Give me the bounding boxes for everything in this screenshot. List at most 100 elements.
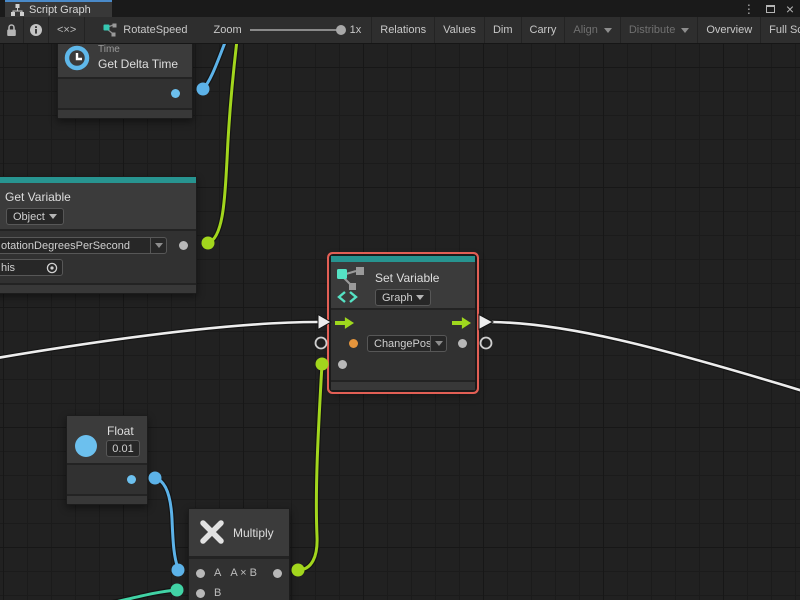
node-title: Get Variable	[5, 190, 71, 204]
wire-flow-out-arrowhead	[479, 315, 493, 330]
node-title: Set Variable	[375, 271, 439, 285]
port-value-input[interactable]	[338, 360, 347, 369]
node-title: Get Delta Time	[98, 57, 178, 71]
node-float-literal[interactable]: Float 0.01	[66, 415, 148, 505]
port-float-output[interactable]	[127, 475, 136, 484]
toolbar-button-fullscreen[interactable]: Full Screen	[761, 17, 800, 43]
inspect-button[interactable]	[24, 17, 49, 43]
window-menu-icon[interactable]: ⋮	[743, 2, 755, 16]
chevron-down-icon	[681, 28, 689, 33]
port-a-label: A	[214, 567, 221, 579]
object-picker-icon	[46, 262, 58, 274]
toolbar-button-values[interactable]: Values	[435, 17, 485, 43]
toolbar-button-align[interactable]: Align	[565, 17, 620, 43]
zoom-slider-handle[interactable]	[336, 25, 346, 35]
wire-flow-out[interactable]	[492, 322, 800, 391]
wire-endpoint-multiply-a[interactable]	[172, 564, 185, 577]
target-object-field[interactable]: his	[0, 259, 63, 276]
port-result-output[interactable]	[273, 569, 282, 578]
time-icon	[64, 45, 90, 71]
port-value-output[interactable]	[458, 339, 467, 348]
script-graph-icon	[11, 4, 24, 16]
node-footer	[331, 380, 475, 390]
unity-script-graph-window: Script Graph ⋮ × <×>	[0, 0, 800, 600]
wire-getvar-outline	[208, 44, 237, 243]
float-value-field[interactable]: 0.01	[106, 440, 140, 457]
wire-multiply-setvar[interactable]	[298, 364, 322, 570]
window-maximize-icon[interactable]	[766, 5, 775, 13]
chevron-down-icon	[155, 243, 163, 248]
wire-multiply-b[interactable]	[96, 590, 177, 600]
edit-graph-button[interactable]: <×>	[49, 17, 85, 43]
window-close-icon[interactable]: ×	[786, 1, 794, 17]
port-delta-output[interactable]	[171, 89, 180, 98]
tab-bar: Script Graph ⋮ ×	[0, 0, 800, 17]
node-set-variable-selected[interactable]: Set Variable Graph ChangePos	[331, 256, 475, 390]
variable-scope-dropdown[interactable]: Graph	[375, 289, 431, 306]
zoom-value: 1x	[350, 24, 362, 36]
graph-name: RotateSpeed	[123, 24, 187, 36]
code-icon: <×>	[57, 24, 76, 36]
node-footer	[58, 108, 192, 118]
wire-float-multiply[interactable]	[155, 478, 178, 568]
variable-name-dropdown[interactable]: otationDegreesPerSecond	[0, 237, 151, 254]
chevron-down-icon	[49, 214, 57, 219]
port-flow-input[interactable]	[335, 316, 354, 330]
variable-scope-dropdown[interactable]: Object	[6, 208, 64, 225]
chevron-down-icon	[416, 295, 424, 300]
graph-breadcrumb[interactable]: RotateSpeed	[85, 17, 195, 43]
wire-delta[interactable]	[203, 44, 226, 89]
variable-name-dropdown-button[interactable]	[431, 335, 447, 352]
wire-endpoint-delta[interactable]	[197, 83, 210, 96]
node-multiply[interactable]: Multiply A A × B B	[188, 508, 290, 600]
port-b-label: B	[214, 587, 221, 599]
port-a-input[interactable]	[196, 569, 205, 578]
port-variable-name[interactable]	[349, 339, 358, 348]
info-icon	[29, 23, 43, 37]
node-category: Time	[98, 44, 120, 55]
port-flow-output[interactable]	[452, 316, 471, 330]
port-hint-circle-left	[316, 338, 327, 349]
zoom-label: Zoom	[214, 24, 242, 36]
graph-asset-icon	[103, 23, 117, 37]
wire-delta-outline	[203, 44, 226, 89]
graph-canvas[interactable]: Time Get Delta Time Get Variable Object …	[0, 44, 800, 600]
toolbar-button-distribute[interactable]: Distribute	[621, 17, 698, 43]
toolbar-button-carry[interactable]: Carry	[522, 17, 566, 43]
node-footer	[67, 494, 147, 504]
variable-name-dropdown-button[interactable]	[151, 237, 167, 254]
wire-float-multiply-outline	[155, 478, 178, 568]
node-get-variable[interactable]: Get Variable Object otationDegreesPerSec…	[0, 176, 197, 294]
port-b-input[interactable]	[196, 589, 205, 598]
wire-endpoint-setvar-in[interactable]	[316, 358, 329, 371]
port-hint-circle-right	[481, 338, 492, 349]
wire-flow-in-outline	[0, 322, 318, 358]
wire-endpoint-getvar[interactable]	[202, 237, 215, 250]
wire-endpoint-multiply-out[interactable]	[292, 564, 305, 577]
toolbar-button-relations[interactable]: Relations	[372, 17, 435, 43]
wire-multiply-b-outline	[96, 590, 177, 600]
wire-multiply-setvar-outline	[298, 364, 322, 570]
tab-script-graph[interactable]: Script Graph	[5, 0, 112, 17]
variables-icon	[336, 266, 368, 304]
variable-name-dropdown[interactable]: ChangePos	[367, 335, 431, 352]
wire-endpoint-multiply-b[interactable]	[171, 584, 184, 597]
wire-endpoint-float-out[interactable]	[149, 472, 162, 485]
wire-flow-in-arrowhead	[318, 315, 331, 330]
wire-getvar[interactable]	[208, 44, 237, 243]
lock-button[interactable]	[0, 17, 24, 43]
lock-icon	[5, 23, 18, 37]
node-footer	[0, 283, 196, 293]
node-title: Multiply	[233, 526, 274, 540]
node-title: Float	[107, 424, 134, 438]
toolbar-button-dim[interactable]: Dim	[485, 17, 522, 43]
zoom-slider[interactable]	[250, 29, 342, 31]
port-getvar-output[interactable]	[179, 241, 188, 250]
node-get-delta-time[interactable]: Time Get Delta Time	[57, 44, 193, 119]
port-result-label: A × B	[230, 567, 257, 579]
multiply-icon	[197, 517, 227, 547]
wire-flow-in[interactable]	[0, 322, 318, 358]
float-icon	[75, 435, 97, 457]
chevron-down-icon	[435, 341, 443, 346]
toolbar-button-overview[interactable]: Overview	[698, 17, 761, 43]
